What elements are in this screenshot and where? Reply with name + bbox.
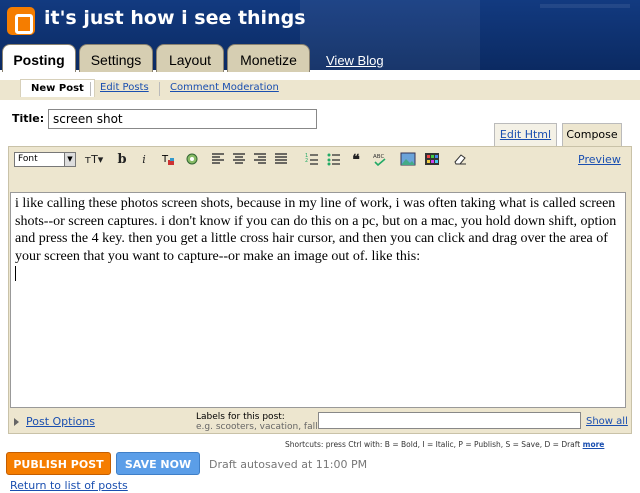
labels-input[interactable] xyxy=(318,412,581,429)
title-input[interactable]: screen shot xyxy=(48,109,317,129)
shortcuts-text: Shortcuts: press Ctrl with: B = Bold, I … xyxy=(285,440,581,449)
font-size-icon[interactable]: тТ▾ xyxy=(82,152,106,168)
shortcuts-more-link[interactable]: more xyxy=(583,440,605,449)
publish-post-button[interactable]: PUBLISH POST xyxy=(6,452,111,475)
shortcuts-hint: Shortcuts: press Ctrl with: B = Bold, I … xyxy=(285,440,604,449)
blockquote-icon[interactable]: ❝ xyxy=(348,152,364,168)
tab-posting[interactable]: Posting xyxy=(2,44,76,74)
bold-icon[interactable]: b xyxy=(114,152,130,168)
subtab-new-post[interactable]: New Post xyxy=(20,79,95,97)
justify-icon[interactable] xyxy=(273,152,289,168)
link-icon[interactable] xyxy=(184,152,200,168)
text-caret xyxy=(15,266,16,281)
autosave-status: Draft autosaved at 11:00 PM xyxy=(209,458,368,471)
tab-settings[interactable]: Settings xyxy=(79,44,153,72)
labels-title: Labels for this post: xyxy=(196,412,285,422)
save-now-button[interactable]: SAVE NOW xyxy=(116,452,200,475)
tab-monetize[interactable]: Monetize xyxy=(227,44,310,72)
align-right-icon[interactable] xyxy=(252,152,268,168)
preview-link[interactable]: Preview xyxy=(578,153,621,166)
compose-tab[interactable]: Compose xyxy=(562,123,622,147)
svg-text:2: 2 xyxy=(305,158,308,164)
subnav-divider xyxy=(90,82,91,96)
eraser-icon[interactable] xyxy=(452,152,468,168)
svg-text:ABC: ABC xyxy=(373,154,384,160)
labels-hint: e.g. scooters, vacation, fall xyxy=(196,422,318,432)
video-icon[interactable] xyxy=(424,152,440,168)
font-select-label: Font xyxy=(18,154,38,164)
subtab-comment-moderation[interactable]: Comment Moderation xyxy=(170,82,279,93)
edit-html-tab[interactable]: Edit Html xyxy=(494,123,557,147)
post-options-link[interactable]: Post Options xyxy=(26,415,95,428)
font-select[interactable]: Font ▼ xyxy=(14,152,76,167)
svg-text:T: T xyxy=(161,154,169,165)
spellcheck-icon[interactable]: ABC xyxy=(372,152,388,168)
bullet-list-icon[interactable] xyxy=(326,152,342,168)
subnav-divider xyxy=(159,82,160,96)
blog-title: it's just how i see things xyxy=(44,7,306,29)
view-blog-link[interactable]: View Blog xyxy=(326,53,384,68)
blogger-logo-icon[interactable] xyxy=(7,7,35,35)
chevron-down-icon: ▼ xyxy=(64,153,75,166)
post-body-editor[interactable]: i like calling these photos screen shots… xyxy=(10,192,626,408)
triangle-right-icon[interactable] xyxy=(14,418,19,426)
numbered-list-icon[interactable]: 12 xyxy=(304,152,320,168)
header-decoration-bar xyxy=(540,4,630,8)
editor-toolbar: Font ▼ тТ▾ b i T 12 ❝ ABC xyxy=(10,150,630,172)
subnav-strip xyxy=(0,80,640,100)
tab-layout[interactable]: Layout xyxy=(156,44,224,72)
align-center-icon[interactable] xyxy=(231,152,247,168)
show-all-labels-link[interactable]: Show all xyxy=(586,416,628,427)
return-to-posts-link[interactable]: Return to list of posts xyxy=(10,479,128,492)
title-label: Title: xyxy=(12,112,45,125)
text-color-icon[interactable]: T xyxy=(160,152,176,168)
image-icon[interactable] xyxy=(400,152,416,168)
subtab-edit-posts[interactable]: Edit Posts xyxy=(100,82,149,93)
post-body-text: i like calling these photos screen shots… xyxy=(15,196,617,264)
italic-icon[interactable]: i xyxy=(136,152,152,168)
align-left-icon[interactable] xyxy=(210,152,226,168)
